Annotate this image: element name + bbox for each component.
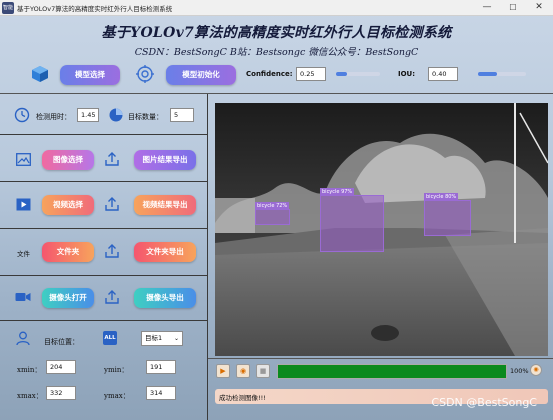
camera-open-button[interactable]: 摄像头打开 [42,288,94,308]
clock-icon [14,107,30,123]
iou-slider[interactable] [478,72,526,76]
detection-label: bicycle 97% [320,188,355,196]
cube-icon [32,66,48,82]
app-icon: 智能 [2,2,14,14]
detection-label: bicycle 80% [424,193,459,201]
user-location-icon [16,331,30,346]
page-title: 基于YOLOv7算法的高精度实时红外行人目标检测系统 [101,25,452,41]
upload-icon[interactable] [104,196,120,212]
row-divider [0,275,207,276]
row-divider [0,134,207,135]
row-divider [0,320,207,321]
chevron-down-icon: ⌄ [173,335,179,342]
xmin-label: xmin： [17,366,42,374]
target-count-value: 5 [170,108,194,122]
target-settings-icon [136,65,154,83]
video-icon [16,198,31,211]
confidence-slider[interactable] [336,72,380,76]
upload-icon[interactable] [104,243,120,259]
row-divider [0,228,207,229]
detection-box: bicycle 72% [255,202,290,225]
row-divider [0,181,207,182]
window-title: 基于YOLOv7算法的高精度实时红外行人目标检测系统 [17,5,173,13]
xmax-label: xmax： [17,392,43,400]
model-init-button[interactable]: 模型初始化 [166,65,236,85]
target-select-value: 目标1 [145,334,163,342]
iou-input[interactable]: 0.40 [428,67,458,81]
left-panel-divider [207,94,208,420]
model-select-button[interactable]: 模型选择 [60,65,120,85]
watermark: CSDN @BestSongC [431,396,537,409]
detection-label: bicycle 72% [255,202,290,210]
maximize-button[interactable]: ☐ [500,0,526,16]
target-position-label: 目标位置： [44,338,79,346]
ymax-value: 314 [146,386,176,400]
play-button[interactable]: ▶ [216,364,230,378]
image-export-button[interactable]: 图片结果导出 [134,150,196,170]
progress-bar[interactable] [277,364,507,379]
status-message: 成功检测图像!!! [219,394,266,402]
upload-icon[interactable] [104,151,120,167]
stop-button[interactable]: ■ [256,364,270,378]
camera-export-button[interactable]: 摄像头导出 [134,288,196,308]
all-targets-icon[interactable]: ALL [103,331,117,345]
detection-time-value: 1.45 [77,108,99,122]
iou-slider-fill [478,72,498,76]
folder-select-button[interactable]: 文件夹 [42,242,94,262]
xmax-value: 332 [46,386,76,400]
camera-icon [15,293,31,301]
ymin-label: ymin： [104,366,129,374]
image-icon [16,153,31,166]
detection-time-label: 检测用时： [36,113,71,121]
video-divider [208,358,553,359]
progress-label: 100% [510,367,529,375]
pie-chart-icon [109,108,123,122]
credits-line: CSDN：BestSongC B站：Bestsongc 微信公众号：BestSo… [134,47,419,58]
target-count-label: 目标数量： [128,113,163,121]
folder-tag-label: 文件 [17,250,30,258]
video-display: bicycle 97% bicycle 80% bicycle 72% [215,103,548,356]
video-export-button[interactable]: 视频结果导出 [134,195,196,215]
ymax-label: ymax： [104,392,130,400]
video-select-button[interactable]: 视频选择 [42,195,94,215]
settings-toggle-icon[interactable]: ◉ [530,364,542,376]
iou-label: IOU: [398,70,416,78]
detection-box: bicycle 97% [320,188,384,252]
record-button[interactable]: ◉ [236,364,250,378]
confidence-input[interactable]: 0.25 [296,67,326,81]
upload-icon[interactable] [104,289,120,305]
target-select-dropdown[interactable]: 目标1 ⌄ [141,331,183,346]
folder-export-button[interactable]: 文件夹导出 [134,242,196,262]
toolbar-divider [0,93,553,94]
progress-bar-fill [278,365,506,378]
ymin-value: 191 [146,360,176,374]
confidence-slider-fill [336,72,347,76]
image-select-button[interactable]: 图像选择 [42,150,94,170]
xmin-value: 204 [46,360,76,374]
minimize-button[interactable]: — [474,0,500,16]
detection-box: bicycle 80% [424,193,471,236]
close-button[interactable]: ✕ [526,0,552,16]
confidence-label: Confidence: [246,70,293,78]
